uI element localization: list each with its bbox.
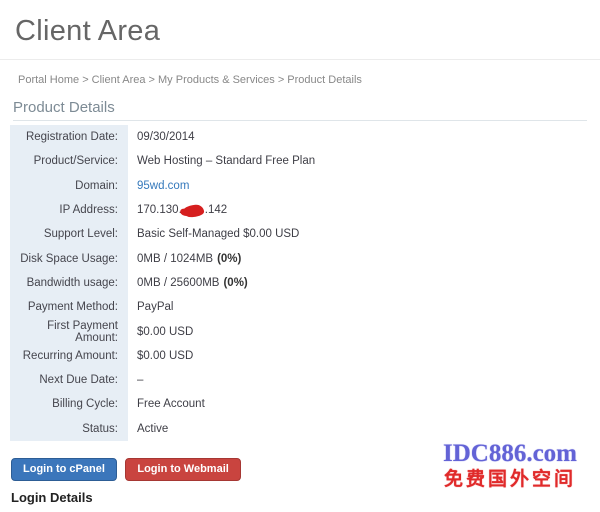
table-row-bandwidth-usage: Bandwidth usage: 0MB / 25600MB (0%) [10,271,588,295]
table-row-first-payment-amount: First Payment Amount: $0.00 USD [10,319,588,343]
detail-value: $0.00 USD [128,350,588,362]
table-row-payment-method: Payment Method: PayPal [10,295,588,319]
action-button-bar: Login to cPanel Login to Webmail [11,458,600,481]
table-row-product-service: Product/Service: Web Hosting – Standard … [10,149,588,173]
page-title: Client Area [15,14,600,48]
detail-label: Status: [10,417,128,441]
ip-redaction-scribble [182,204,204,218]
recurring-amount-value: $0.00 USD [137,350,193,362]
detail-value: Basic Self-Managed $0.00 USD [128,228,588,240]
detail-value: 170.130. .142 [128,204,588,216]
login-to-cpanel-button[interactable]: Login to cPanel [11,458,117,481]
billing-cycle-value: Free Account [137,398,205,410]
detail-value: 0MB / 1024MB (0%) [128,253,588,265]
next-due-date-value: – [137,374,143,386]
detail-label: Support Level: [10,222,128,246]
detail-value: 09/30/2014 [128,131,588,143]
detail-label: IP Address: [10,198,128,222]
product-details-table: Registration Date: 09/30/2014 Product/Se… [10,125,588,441]
header-divider [0,59,600,60]
table-row-support-level: Support Level: Basic Self-Managed $0.00 … [10,222,588,246]
detail-label: Product/Service: [10,149,128,173]
section-title-login-details: Login Details [11,490,600,505]
breadcrumb[interactable]: Portal Home > Client Area > My Products … [18,74,600,87]
detail-value: Free Account [128,398,588,410]
section-title-product-details: Product Details [13,100,587,121]
detail-label: Recurring Amount: [10,344,128,368]
status-value: Active [137,423,168,435]
detail-value: Active [128,423,588,435]
detail-value: 0MB / 25600MB (0%) [128,277,588,289]
table-row-disk-space-usage: Disk Space Usage: 0MB / 1024MB (0%) [10,246,588,270]
detail-label: Registration Date: [10,125,128,149]
product-service-value: Web Hosting – Standard Free Plan [137,155,315,167]
table-row-registration-date: Registration Date: 09/30/2014 [10,125,588,149]
table-row-ip-address: IP Address: 170.130. .142 [10,198,588,222]
bandwidth-usage-percent: (0%) [223,277,247,289]
bandwidth-usage-value: 0MB / 25600MB [137,277,219,289]
detail-label: Billing Cycle: [10,392,128,416]
detail-label: Next Due Date: [10,368,128,392]
disk-usage-value: 0MB / 1024MB [137,253,213,265]
detail-label: First Payment Amount: [10,319,128,343]
detail-label: Disk Space Usage: [10,246,128,270]
detail-value: $0.00 USD [128,326,588,338]
detail-value: PayPal [128,301,588,313]
domain-link[interactable]: 95wd.com [137,180,189,192]
support-level-value: Basic Self-Managed $0.00 USD [137,228,299,240]
table-row-status: Status: Active [10,417,588,441]
detail-value: 95wd.com [128,180,588,192]
ip-address-suffix: .142 [205,204,227,216]
table-row-recurring-amount: Recurring Amount: $0.00 USD [10,344,588,368]
ip-address-prefix: 170.130. [137,204,182,216]
table-row-next-due-date: Next Due Date: – [10,368,588,392]
registration-date-value: 09/30/2014 [137,131,195,143]
payment-method-value: PayPal [137,301,173,313]
detail-label: Payment Method: [10,295,128,319]
table-row-domain: Domain: 95wd.com [10,174,588,198]
first-payment-amount-value: $0.00 USD [137,326,193,338]
detail-label: Domain: [10,174,128,198]
detail-label: Bandwidth usage: [10,271,128,295]
login-to-webmail-button[interactable]: Login to Webmail [125,458,240,481]
disk-usage-percent: (0%) [217,253,241,265]
detail-value: – [128,374,588,386]
detail-value: Web Hosting – Standard Free Plan [128,155,588,167]
table-row-billing-cycle: Billing Cycle: Free Account [10,392,588,416]
